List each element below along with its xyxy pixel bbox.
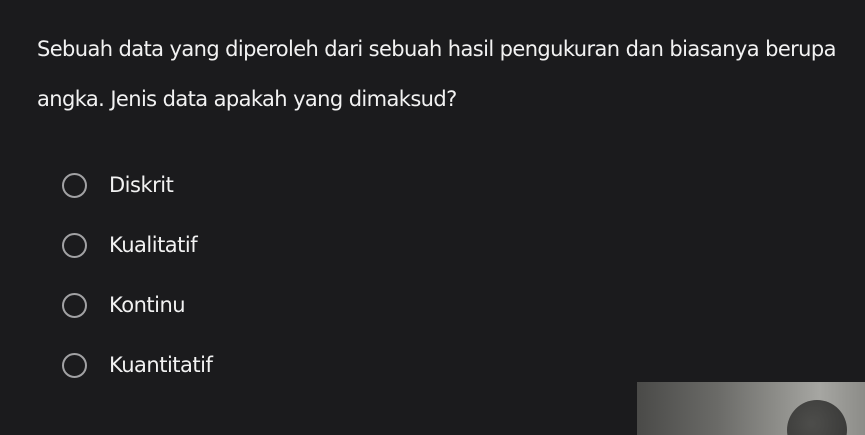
question-text: Sebuah data yang diperoleh dari sebuah h… xyxy=(37,37,836,111)
option-label: Kontinu xyxy=(109,293,186,317)
option-diskrit[interactable]: Diskrit xyxy=(62,155,212,215)
radio-button-circle[interactable] xyxy=(62,292,87,318)
option-kontinu[interactable]: Kontinu xyxy=(62,275,212,335)
option-kualitatif[interactable]: Kualitatif xyxy=(62,215,212,275)
option-label: Diskrit xyxy=(109,173,174,197)
option-label: Kuantitatif xyxy=(109,353,213,377)
camera-preview-thumbnail xyxy=(637,382,865,435)
radio-button-circle[interactable] xyxy=(62,172,87,198)
answer-options: Diskrit Kualitatif Kontinu Kuantitatif xyxy=(62,155,213,395)
option-label: Kualitatif xyxy=(109,233,198,257)
radio-button-circle[interactable] xyxy=(62,352,87,378)
option-kuantitatif[interactable]: Kuantitatif xyxy=(62,335,213,395)
radio-button-circle[interactable] xyxy=(62,232,87,258)
